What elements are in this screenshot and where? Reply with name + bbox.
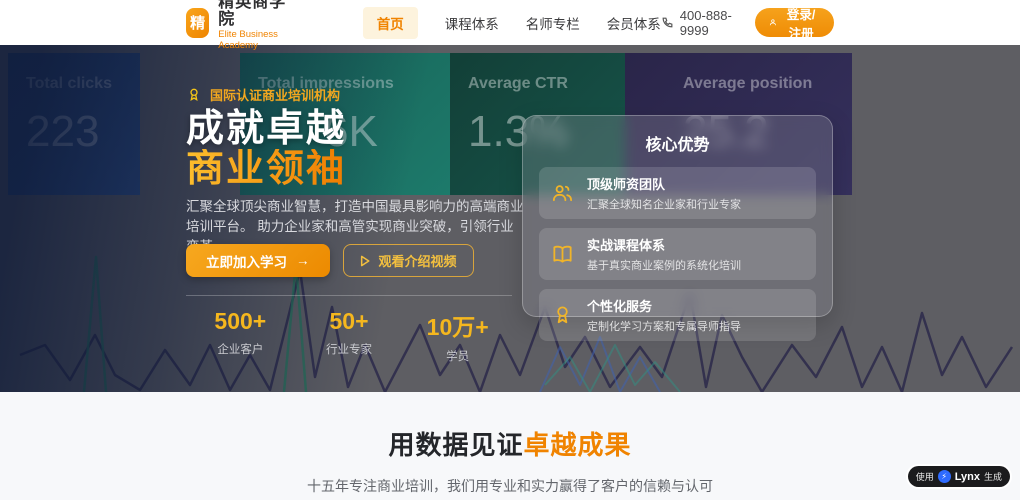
advantage-texts: 顶级师资团队 汇聚全球知名企业家和行业专家 bbox=[587, 174, 804, 212]
navbar: 精 精英商学院 Elite Business Academy 首页 课程体系 名… bbox=[0, 0, 1020, 45]
advantage-texts: 个性化服务 定制化学习方案和专属导师指导 bbox=[587, 296, 804, 334]
lynx-generated-badge[interactable]: 使用 ⚡ Lynx 生成 bbox=[908, 466, 1010, 487]
stat-value: 50+ bbox=[295, 308, 404, 335]
core-advantages-title: 核心优势 bbox=[523, 131, 832, 155]
stat-label: 企业客户 bbox=[186, 341, 295, 357]
bg-kpi-label: Average position bbox=[643, 75, 834, 93]
nav-right: 400-888-9999 登录/注册 bbox=[661, 8, 834, 38]
stat-value: 10万+ bbox=[403, 308, 512, 342]
medal-icon bbox=[551, 304, 574, 327]
bg-kpi-label: Total clicks bbox=[26, 75, 122, 93]
user-icon bbox=[769, 17, 777, 28]
bg-kpi-total-clicks: Total clicks 223 bbox=[8, 53, 140, 195]
nav-item-home[interactable]: 首页 bbox=[363, 7, 418, 39]
phone-icon bbox=[661, 16, 674, 29]
brand-text: 精英商学院 Elite Business Academy bbox=[218, 0, 297, 51]
nav-item-teachers[interactable]: 名师专栏 bbox=[526, 13, 580, 33]
stat-clients: 500+ 企业客户 bbox=[186, 308, 295, 364]
advantage-title: 顶级师资团队 bbox=[587, 174, 804, 193]
advantage-title: 实战课程体系 bbox=[587, 235, 804, 254]
certification-badge: 国际认证商业培训机构 bbox=[186, 85, 340, 104]
stat-label: 学员 bbox=[403, 348, 512, 364]
lynx-logo-icon: ⚡ bbox=[938, 470, 951, 483]
medal-icon bbox=[186, 87, 202, 103]
advantage-title: 个性化服务 bbox=[587, 296, 804, 315]
hero-stats: 500+ 企业客户 50+ 行业专家 10万+ 学员 bbox=[186, 295, 512, 364]
brand-subtitle: Elite Business Academy bbox=[218, 29, 297, 51]
arrow-right-icon: → bbox=[296, 253, 310, 268]
hero-cta-row: 立即加入学习 → 观看介绍视频 bbox=[186, 244, 474, 277]
stat-value: 500+ bbox=[186, 308, 295, 335]
core-advantages-card: 核心优势 顶级师资团队 汇聚全球知名企业家和行业专家 bbox=[522, 115, 833, 317]
advantage-desc: 定制化学习方案和专属导师指导 bbox=[587, 318, 804, 334]
logo-icon: 精 bbox=[186, 8, 209, 38]
bg-kpi-label: Average CTR bbox=[468, 75, 607, 93]
results-subtitle: 十五年专注商业培训，我们用专业和实力赢得了客户的信赖与认可 bbox=[0, 476, 1020, 496]
team-icon bbox=[551, 182, 574, 205]
phone-number: 400-888-9999 bbox=[680, 8, 734, 38]
watch-video-label: 观看介绍视频 bbox=[379, 251, 457, 270]
advantage-desc: 汇聚全球知名企业家和行业专家 bbox=[587, 196, 804, 212]
stat-students: 10万+ 学员 bbox=[403, 308, 512, 364]
advantage-item-faculty[interactable]: 顶级师资团队 汇聚全球知名企业家和行业专家 bbox=[539, 167, 816, 219]
results-title-accent: 卓越成果 bbox=[524, 430, 632, 460]
stat-experts: 50+ 行业专家 bbox=[295, 308, 404, 364]
nav-menu: 首页 课程体系 名师专栏 会员体系 bbox=[363, 7, 661, 39]
login-register-button[interactable]: 登录/注册 bbox=[755, 8, 834, 37]
brand-name: 精英商学院 bbox=[218, 0, 297, 28]
join-now-label: 立即加入学习 bbox=[206, 251, 287, 271]
lynx-badge-prefix: 使用 bbox=[916, 470, 934, 483]
book-icon bbox=[551, 243, 574, 266]
hero-title: 成就卓越 商业领袖 bbox=[186, 109, 346, 189]
login-register-label: 登录/注册 bbox=[782, 4, 820, 42]
nav-item-membership[interactable]: 会员体系 bbox=[607, 13, 661, 33]
bg-kpi-value: 223 bbox=[26, 107, 122, 157]
results-section: 用数据见证卓越成果 十五年专注商业培训，我们用专业和实力赢得了客户的信赖与认可 bbox=[0, 392, 1020, 500]
hero-title-line1: 成就卓越 bbox=[186, 109, 346, 149]
advantage-desc: 基于真实商业案例的系统化培训 bbox=[587, 257, 804, 273]
hero-title-line2: 商业领袖 bbox=[186, 149, 346, 189]
lynx-badge-suffix: 生成 bbox=[984, 470, 1002, 483]
results-title-plain: 用数据见证 bbox=[388, 430, 523, 460]
brand-logo[interactable]: 精 精英商学院 Elite Business Academy bbox=[186, 0, 297, 51]
advantage-item-personalized[interactable]: 个性化服务 定制化学习方案和专属导师指导 bbox=[539, 289, 816, 341]
advantage-item-curriculum[interactable]: 实战课程体系 基于真实商业案例的系统化培训 bbox=[539, 228, 816, 280]
results-title: 用数据见证卓越成果 bbox=[0, 425, 1020, 462]
advantage-texts: 实战课程体系 基于真实商业案例的系统化培训 bbox=[587, 235, 804, 273]
page: 精 精英商学院 Elite Business Academy 首页 课程体系 名… bbox=[0, 0, 1020, 500]
stat-label: 行业专家 bbox=[295, 341, 404, 357]
hero-section: Total clicks 223 Total impressions 6K Av… bbox=[0, 45, 1020, 392]
phone-group: 400-888-9999 bbox=[661, 8, 734, 38]
lynx-brand: Lynx bbox=[955, 471, 980, 483]
certification-badge-label: 国际认证商业培训机构 bbox=[210, 85, 340, 104]
join-now-button[interactable]: 立即加入学习 → bbox=[186, 244, 330, 277]
watch-video-button[interactable]: 观看介绍视频 bbox=[343, 244, 474, 277]
nav-item-courses[interactable]: 课程体系 bbox=[445, 13, 499, 33]
play-icon bbox=[360, 255, 370, 267]
